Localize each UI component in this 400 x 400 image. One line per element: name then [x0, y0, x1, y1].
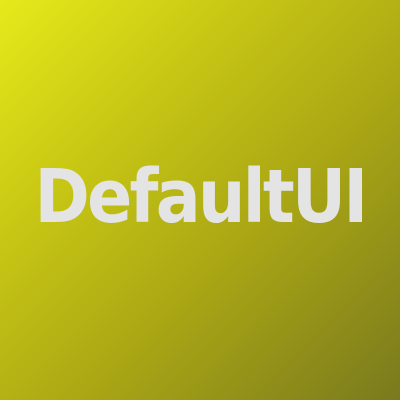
placeholder-canvas: DefaultUI: [0, 0, 400, 400]
default-ui-label: DefaultUI: [34, 154, 368, 240]
